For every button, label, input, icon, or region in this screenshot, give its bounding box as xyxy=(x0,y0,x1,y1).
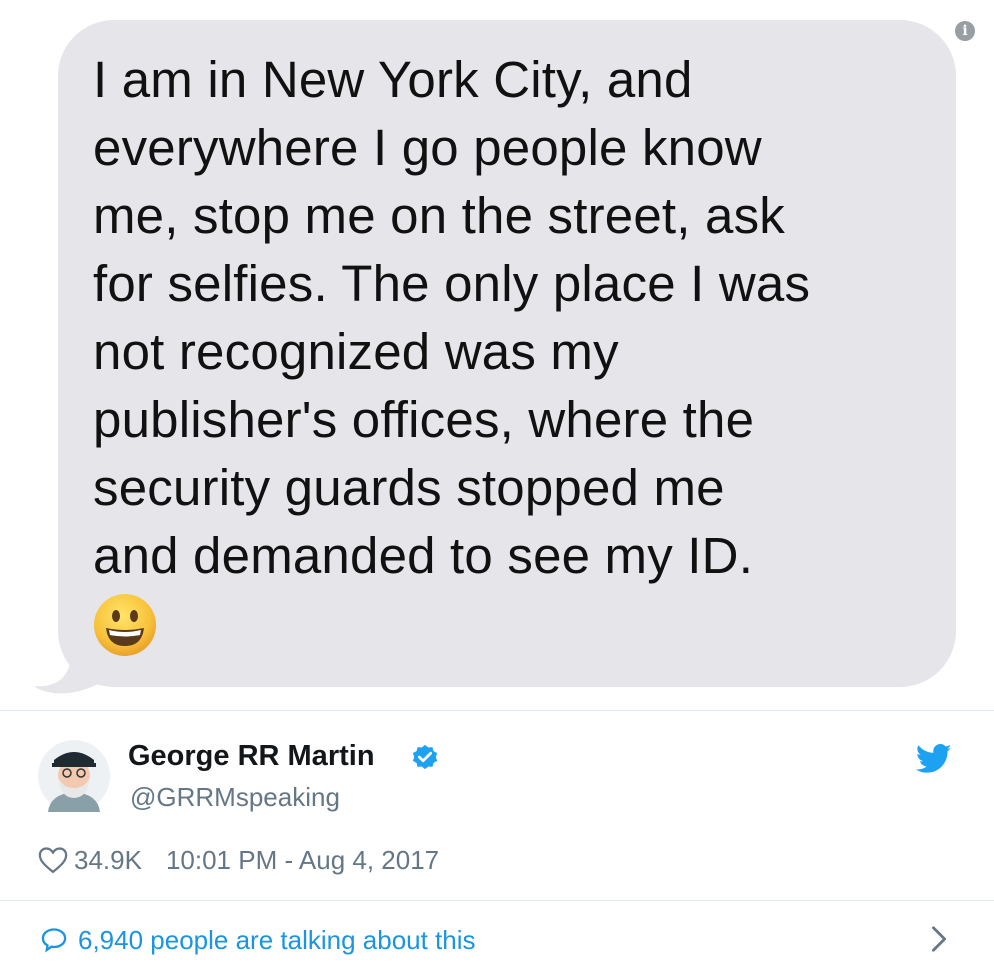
avatar[interactable] xyxy=(38,740,110,812)
twitter-bird-icon[interactable] xyxy=(916,744,952,774)
tweet-meta: 34.9K 10:01 PM - Aug 4, 2017 xyxy=(38,842,439,878)
heart-icon[interactable] xyxy=(38,846,68,874)
tweet-timestamp[interactable]: 10:01 PM - Aug 4, 2017 xyxy=(166,845,439,876)
verified-badge-icon xyxy=(412,744,438,770)
chevron-right-icon[interactable] xyxy=(930,925,948,953)
divider xyxy=(0,900,994,901)
like-count[interactable]: 34.9K xyxy=(74,845,142,876)
divider xyxy=(0,710,994,711)
grinning-face-emoji xyxy=(94,594,156,656)
author-name[interactable]: George RR Martin xyxy=(128,740,375,773)
message-text: I am in New York City, and everywhere I … xyxy=(93,51,811,584)
conversation-link[interactable]: 6,940 people are talking about this xyxy=(40,920,960,960)
conversation-text: 6,940 people are talking about this xyxy=(78,924,476,955)
speech-bubble-icon xyxy=(40,926,68,954)
author-handle[interactable]: @GRRMspeaking xyxy=(130,782,340,813)
